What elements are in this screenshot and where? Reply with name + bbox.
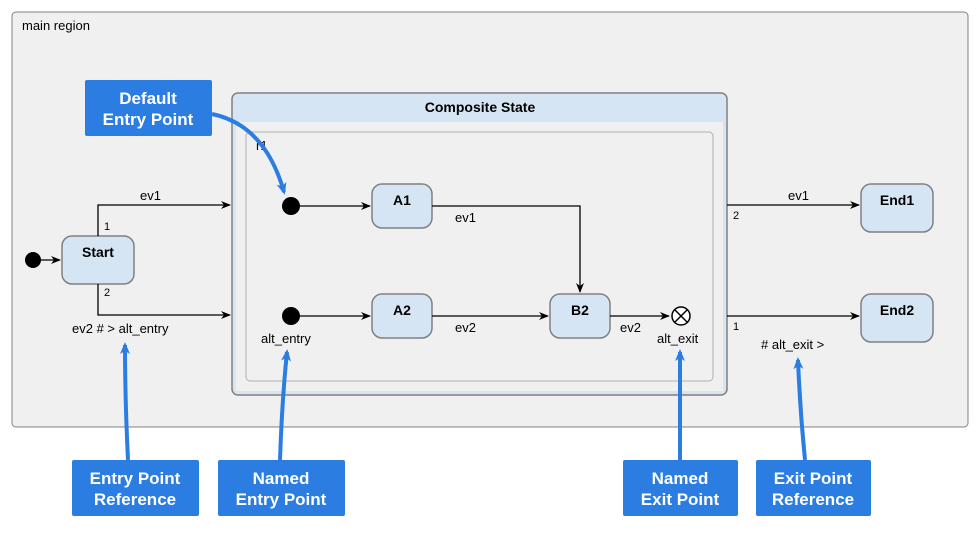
svg-text:Entry Point: Entry Point bbox=[103, 110, 194, 129]
state-a2-label: A2 bbox=[393, 302, 411, 318]
svg-text:ev2 # > alt_entry: ev2 # > alt_entry bbox=[72, 321, 169, 336]
svg-text:2: 2 bbox=[733, 210, 739, 222]
named-entry-point bbox=[282, 307, 300, 325]
svg-text:Exit Point: Exit Point bbox=[641, 490, 720, 509]
svg-text:Named: Named bbox=[652, 469, 709, 488]
svg-text:Named: Named bbox=[253, 469, 310, 488]
svg-text:Exit Point: Exit Point bbox=[774, 469, 853, 488]
svg-text:2: 2 bbox=[104, 287, 110, 299]
default-entry-point bbox=[282, 197, 300, 215]
svg-text:Reference: Reference bbox=[772, 490, 854, 509]
composite-state: Composite State r1 bbox=[232, 93, 727, 395]
main-region-label: main region bbox=[22, 18, 90, 33]
state-end1-label: End1 bbox=[880, 192, 914, 208]
svg-text:ev1: ev1 bbox=[140, 188, 161, 203]
svg-text:Entry Point: Entry Point bbox=[90, 469, 181, 488]
svg-text:ev2: ev2 bbox=[620, 320, 641, 335]
svg-text:# alt_exit >: # alt_exit > bbox=[761, 337, 824, 352]
alt-entry-label: alt_entry bbox=[261, 331, 311, 346]
svg-text:Reference: Reference bbox=[94, 490, 176, 509]
svg-text:1: 1 bbox=[104, 221, 110, 233]
alt-exit-label: alt_exit bbox=[657, 331, 699, 346]
svg-text:Default: Default bbox=[119, 89, 177, 108]
state-b2-label: B2 bbox=[571, 302, 589, 318]
svg-text:1: 1 bbox=[733, 321, 739, 333]
svg-text:ev2: ev2 bbox=[455, 320, 476, 335]
svg-text:ev1: ev1 bbox=[455, 210, 476, 225]
state-start-label: Start bbox=[82, 244, 114, 260]
state-end2-label: End2 bbox=[880, 302, 914, 318]
state-a1-label: A1 bbox=[393, 192, 411, 208]
svg-text:ev1: ev1 bbox=[788, 188, 809, 203]
svg-text:Entry Point: Entry Point bbox=[236, 490, 327, 509]
composite-title: Composite State bbox=[425, 99, 536, 115]
initial-state-outer bbox=[25, 252, 41, 268]
